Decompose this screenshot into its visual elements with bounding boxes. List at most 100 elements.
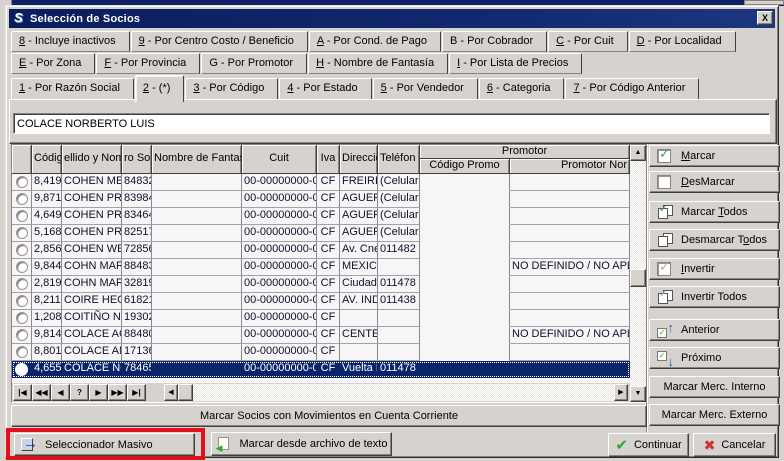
cancelar-button[interactable]: ✖ Cancelar bbox=[693, 433, 776, 457]
row-radio[interactable] bbox=[16, 278, 28, 290]
tab-c-por-cuit[interactable]: C - Por Cuit bbox=[548, 31, 627, 52]
cell-iva[interactable]: CF bbox=[317, 242, 340, 259]
nav-fast-next[interactable]: ▶▶ bbox=[108, 384, 127, 401]
tab-f-por-provincia[interactable]: F - Por Provincia bbox=[96, 53, 200, 74]
cell-codigo[interactable]: 2,819 bbox=[32, 276, 62, 293]
cell-socio[interactable]: 61821 bbox=[122, 293, 152, 310]
marcar-merc-externo-button[interactable]: Marcar Merc. Externo bbox=[649, 404, 780, 426]
cell-iva[interactable]: CF bbox=[317, 361, 340, 378]
hscroll-track[interactable] bbox=[193, 384, 614, 401]
cell-telefono[interactable]: (Celular bbox=[378, 174, 420, 191]
desmarcar-todos-button[interactable]: Desmarcar Todos bbox=[649, 229, 780, 251]
cell-codigo-promo[interactable] bbox=[420, 276, 510, 293]
cell-fantasia[interactable] bbox=[152, 208, 242, 225]
cell-cuit[interactable]: 00-00000000-0 bbox=[242, 242, 317, 259]
header-promotor-nombre[interactable]: Promotor Nor bbox=[510, 159, 630, 174]
cell-apellido[interactable]: COHEN WE bbox=[62, 242, 122, 259]
cell-codigo[interactable]: 2,856 bbox=[32, 242, 62, 259]
cell-apellido[interactable]: COLACE NO bbox=[62, 361, 122, 378]
cell-cuit[interactable]: 00-00000000-0 bbox=[242, 327, 317, 344]
cell-direccion[interactable] bbox=[340, 344, 378, 361]
cell-fantasia[interactable] bbox=[152, 293, 242, 310]
cell-codigo[interactable]: 8,419 bbox=[32, 174, 62, 191]
cell-codigo[interactable]: 9,871 bbox=[32, 191, 62, 208]
cell-cuit[interactable]: 00-00000000-0 bbox=[242, 344, 317, 361]
cell-socio[interactable]: 19302 bbox=[122, 310, 152, 327]
cell-promotor[interactable] bbox=[510, 225, 630, 242]
cell-iva[interactable]: CF bbox=[317, 225, 340, 242]
cell-cuit[interactable]: 00-00000000-0 bbox=[242, 293, 317, 310]
cell-telefono[interactable] bbox=[378, 310, 420, 327]
cell-socio[interactable]: 17136 bbox=[122, 344, 152, 361]
row-radio[interactable] bbox=[16, 244, 28, 256]
cell-fantasia[interactable] bbox=[152, 310, 242, 327]
row-marker-cell[interactable] bbox=[12, 191, 32, 208]
continuar-button[interactable]: ✔ Continuar bbox=[608, 433, 689, 457]
marcar-desde-archivo-button[interactable]: ◀ Marcar desde archivo de texto bbox=[211, 432, 392, 456]
row-radio[interactable] bbox=[16, 210, 28, 222]
marcar-movimientos-button[interactable]: Marcar Socios con Movimientos en Cuenta … bbox=[11, 405, 647, 427]
cell-socio[interactable]: 84832 bbox=[122, 174, 152, 191]
tab-e-por-zona[interactable]: E - Por Zona bbox=[11, 53, 95, 74]
cell-codigo-promo[interactable] bbox=[420, 174, 510, 191]
cell-direccion[interactable]: Ciudad bbox=[340, 276, 378, 293]
row-radio[interactable] bbox=[16, 346, 28, 358]
nav-fast-prev[interactable]: ◀◀ bbox=[32, 384, 51, 401]
cell-direccion[interactable]: AGUER bbox=[340, 191, 378, 208]
anterior-button[interactable]: ✓↑Anterior bbox=[649, 319, 780, 341]
cell-promotor[interactable] bbox=[510, 344, 630, 361]
cell-iva[interactable]: CF bbox=[317, 191, 340, 208]
row-marker-cell[interactable] bbox=[12, 310, 32, 327]
tab-9-por-centro-costo-beneficio[interactable]: 9 - Por Centro Costo / Beneficio bbox=[131, 31, 308, 52]
cell-apellido[interactable]: COHN MAR bbox=[62, 259, 122, 276]
cell-apellido[interactable]: COITIÑO NI bbox=[62, 310, 122, 327]
cell-iva[interactable]: CF bbox=[317, 174, 340, 191]
row-radio[interactable] bbox=[16, 261, 28, 273]
header-fantasia[interactable]: Nombre de Fantas bbox=[152, 145, 242, 174]
cell-fantasia[interactable] bbox=[152, 344, 242, 361]
cell-apellido[interactable]: COIRE HEC bbox=[62, 293, 122, 310]
cell-telefono[interactable]: (Celular bbox=[378, 191, 420, 208]
cell-codigo-promo[interactable] bbox=[420, 344, 510, 361]
row-marker-cell[interactable] bbox=[12, 361, 32, 378]
cell-codigo[interactable]: 8,801 bbox=[32, 344, 62, 361]
cell-telefono[interactable] bbox=[378, 259, 420, 276]
cell-telefono[interactable] bbox=[378, 327, 420, 344]
row-radio[interactable] bbox=[16, 295, 28, 307]
cell-cuit[interactable]: 00-00000000-0 bbox=[242, 208, 317, 225]
cell-direccion[interactable]: AGUER bbox=[340, 208, 378, 225]
marcar-todos-button[interactable]: ✓Marcar Todos bbox=[649, 201, 780, 223]
cell-cuit[interactable]: 00-00000000-0 bbox=[242, 361, 317, 378]
cell-apellido[interactable]: COHN MAR bbox=[62, 276, 122, 293]
row-radio[interactable] bbox=[16, 227, 28, 239]
row-marker-cell[interactable] bbox=[12, 259, 32, 276]
cell-apellido[interactable]: COHEN PR bbox=[62, 225, 122, 242]
cell-codigo-promo[interactable] bbox=[420, 327, 510, 344]
cell-apellido[interactable]: COHEN PR bbox=[62, 191, 122, 208]
cell-codigo-promo[interactable] bbox=[420, 225, 510, 242]
cell-telefono[interactable]: (Celular bbox=[378, 225, 420, 242]
header-codigo[interactable]: Códig bbox=[32, 145, 62, 174]
cell-promotor[interactable]: NO DEFINIDO / NO APL bbox=[510, 327, 630, 344]
header-cuit[interactable]: Cuit bbox=[242, 145, 317, 174]
cell-codigo-promo[interactable] bbox=[420, 259, 510, 276]
cell-codigo-promo[interactable] bbox=[420, 191, 510, 208]
cell-telefono[interactable]: 011478 bbox=[378, 276, 420, 293]
header-iva[interactable]: Iva bbox=[317, 145, 340, 174]
table-row[interactable]: 8,419COHEN ME8483200-00000000-0CFFREIRE(… bbox=[12, 174, 630, 191]
vscroll-down-icon[interactable]: ▼ bbox=[630, 386, 646, 402]
tab-b-por-cobrador[interactable]: B - Por Cobrador bbox=[442, 31, 547, 52]
cell-codigo[interactable]: 4,655 bbox=[32, 361, 62, 378]
header-direccion[interactable]: Direcció bbox=[340, 145, 378, 174]
row-radio[interactable] bbox=[16, 312, 28, 324]
cell-socio[interactable]: 82517 bbox=[122, 225, 152, 242]
cell-codigo-promo[interactable] bbox=[420, 310, 510, 327]
row-marker-cell[interactable] bbox=[12, 242, 32, 259]
cell-codigo[interactable]: 9,814 bbox=[32, 327, 62, 344]
cell-socio[interactable]: 83984 bbox=[122, 191, 152, 208]
header-marker[interactable] bbox=[12, 145, 32, 174]
table-row[interactable]: 8,211COIRE HEC6182100-00000000-0CFAV. IN… bbox=[12, 293, 630, 310]
row-radio[interactable] bbox=[16, 329, 28, 341]
tab-8-incluye-inactivos[interactable]: 8 - Incluye inactivos bbox=[11, 31, 130, 52]
cell-codigo[interactable]: 9,844 bbox=[32, 259, 62, 276]
